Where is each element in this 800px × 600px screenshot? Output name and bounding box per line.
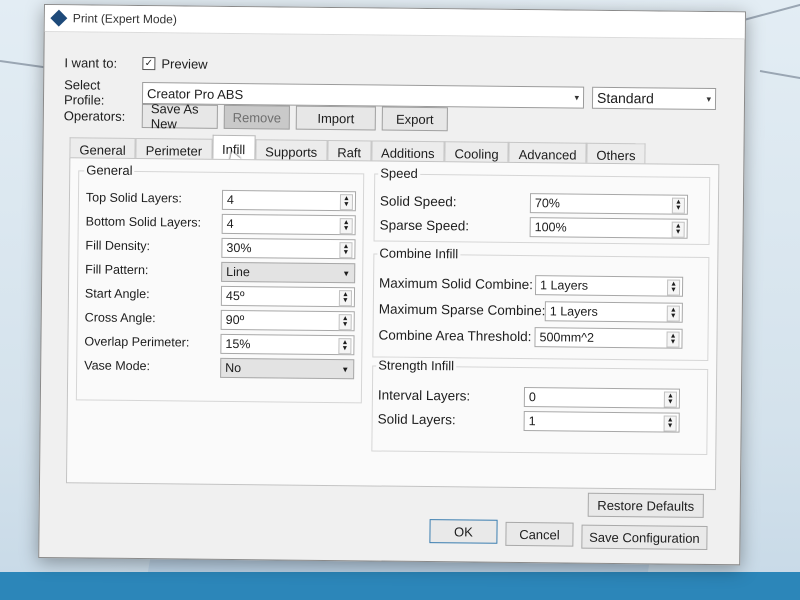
spinner-arrows-icon[interactable]: ▲ ▼ bbox=[339, 194, 354, 211]
quality-value: Standard bbox=[596, 89, 654, 107]
viewport-grid-line bbox=[759, 70, 800, 83]
spin-value: 90º bbox=[225, 312, 245, 328]
bottom-solid-layers-spinbox[interactable]: 4 ▲ ▼ bbox=[221, 213, 356, 236]
spinner-arrows-icon[interactable]: ▲ ▼ bbox=[666, 305, 680, 322]
preview-checkbox[interactable]: ✓ bbox=[142, 57, 156, 71]
want-label: I want to: bbox=[64, 55, 118, 71]
combine-group-title: Combine Infill bbox=[377, 245, 461, 262]
spinner-arrows-icon[interactable]: ▲ ▼ bbox=[338, 338, 352, 355]
field-label: Interval Layers: bbox=[377, 387, 471, 404]
strength-infill-group bbox=[371, 365, 709, 455]
drop-value: Line bbox=[226, 264, 250, 280]
spin-value: 4 bbox=[226, 192, 234, 207]
cross-angle-spinbox[interactable]: 90º ▲ ▼ bbox=[220, 309, 355, 332]
spinner-arrows-icon[interactable]: ▲ ▼ bbox=[339, 218, 353, 235]
cancel-button[interactable]: Cancel bbox=[505, 521, 574, 547]
spinner-arrows-icon[interactable]: ▲ ▼ bbox=[666, 279, 681, 296]
field-label: Sparse Speed: bbox=[379, 217, 470, 234]
field-label: Overlap Perimeter: bbox=[84, 334, 190, 350]
spin-value: 70% bbox=[534, 196, 561, 211]
field-label: Maximum Solid Combine: bbox=[379, 275, 533, 293]
interval-layers-spinbox[interactable]: 0 ▲ ▼ bbox=[523, 387, 681, 409]
spin-value: 1 Layers bbox=[549, 304, 598, 319]
spinner-arrows-icon[interactable]: ▲ ▼ bbox=[663, 391, 677, 408]
operators-label: Operators: bbox=[63, 107, 126, 124]
spin-value: 45º bbox=[225, 288, 245, 304]
spinner-arrows-icon[interactable]: ▲ ▼ bbox=[338, 314, 352, 331]
quality-select[interactable]: Standard ▾ bbox=[591, 86, 717, 111]
combine-area-threshold-spinbox[interactable]: 500mm^2 ▲ ▼ bbox=[534, 327, 683, 349]
solid-layers-spinbox[interactable]: 1 ▲ ▼ bbox=[523, 411, 680, 433]
spin-value: 500mm^2 bbox=[539, 330, 595, 345]
chevron-down-icon: ▼ bbox=[341, 364, 350, 374]
start-angle-spinbox[interactable]: 45º ▲ ▼ bbox=[220, 285, 356, 308]
want-row: I want to: ✓ Preview bbox=[64, 55, 207, 71]
print-dialog: Print (Expert Mode) I want to: ✓ Preview… bbox=[38, 4, 746, 566]
window-title: Print (Expert Mode) bbox=[72, 11, 177, 27]
fill-pattern-select[interactable]: Line ▼ bbox=[221, 261, 356, 284]
field-label: Top Solid Layers: bbox=[85, 190, 182, 206]
app-icon bbox=[50, 9, 68, 27]
ok-button[interactable]: OK bbox=[429, 519, 498, 544]
restore-defaults-button[interactable]: Restore Defaults bbox=[587, 492, 704, 518]
check-icon: ✓ bbox=[144, 57, 154, 69]
spin-value: 4 bbox=[226, 216, 234, 231]
field-label: Maximum Sparse Combine: bbox=[378, 301, 546, 319]
max-sparse-combine-spinbox[interactable]: 1 Layers ▲ ▼ bbox=[544, 301, 683, 323]
title-bar: Print (Expert Mode) bbox=[44, 5, 745, 40]
field-label: Solid Speed: bbox=[379, 193, 457, 210]
overlap-perimeter-spinbox[interactable]: 15% ▲ ▼ bbox=[220, 333, 355, 356]
strength-group-title: Strength Infill bbox=[376, 357, 457, 374]
field-label: Fill Pattern: bbox=[85, 262, 149, 278]
spinner-arrows-icon[interactable]: ▲ ▼ bbox=[663, 415, 677, 432]
field-label: Bottom Solid Layers: bbox=[85, 214, 202, 230]
spinner-arrows-icon[interactable]: ▲ ▼ bbox=[339, 242, 353, 259]
field-label: Start Angle: bbox=[84, 286, 150, 302]
spin-value: 1 bbox=[528, 414, 536, 429]
solid-speed-spinbox[interactable]: 70% ▲ ▼ bbox=[529, 193, 689, 215]
spinner-arrows-icon[interactable]: ▲ ▼ bbox=[338, 290, 353, 307]
import-button[interactable]: Import bbox=[295, 105, 376, 131]
remove-button[interactable]: Remove bbox=[223, 104, 290, 130]
preview-label[interactable]: Preview bbox=[161, 56, 207, 71]
save-as-new-button[interactable]: Save As New bbox=[141, 101, 218, 131]
spinner-arrows-icon[interactable]: ▲ ▼ bbox=[671, 221, 685, 238]
operators-row: Operators: Save As New Remove Import Exp… bbox=[63, 101, 454, 132]
sparse-speed-spinbox[interactable]: 100% ▲ ▼ bbox=[529, 217, 688, 239]
drop-value: No bbox=[225, 360, 242, 376]
field-label: Combine Area Threshold: bbox=[378, 327, 532, 345]
viewport-grid-line bbox=[739, 1, 800, 22]
fill-density-spinbox[interactable]: 30% ▲ ▼ bbox=[221, 237, 356, 260]
speed-group-title: Speed bbox=[378, 165, 420, 181]
spinner-arrows-icon[interactable]: ▲ ▼ bbox=[666, 331, 680, 348]
field-label: Vase Mode: bbox=[84, 358, 151, 374]
spin-value: 1 Layers bbox=[540, 278, 589, 293]
chevron-down-icon: ▾ bbox=[706, 93, 712, 104]
chevron-down-icon: ▾ bbox=[574, 92, 580, 103]
save-configuration-button[interactable]: Save Configuration bbox=[581, 524, 708, 550]
field-label: Solid Layers: bbox=[377, 411, 456, 428]
spin-value: 0 bbox=[528, 390, 536, 405]
vase-mode-select[interactable]: No ▼ bbox=[220, 357, 355, 380]
profile-value: Creator Pro ABS bbox=[146, 85, 244, 102]
spinner-arrows-icon[interactable]: ▲ ▼ bbox=[671, 197, 686, 214]
chevron-down-icon: ▼ bbox=[342, 268, 351, 278]
infill-panel: General Top Solid Layers: 4 ▲ ▼ Bottom Sol… bbox=[65, 157, 720, 491]
general-group-title: General bbox=[84, 162, 135, 178]
spin-value: 30% bbox=[226, 240, 252, 256]
top-solid-layers-spinbox[interactable]: 4 ▲ ▼ bbox=[221, 189, 357, 212]
viewport-bottom-bar bbox=[0, 572, 800, 600]
max-solid-combine-spinbox[interactable]: 1 Layers ▲ ▼ bbox=[534, 275, 684, 297]
spin-value: 100% bbox=[534, 220, 567, 235]
export-button[interactable]: Export bbox=[381, 106, 448, 132]
field-label: Cross Angle: bbox=[84, 310, 156, 326]
field-label: Fill Density: bbox=[85, 238, 151, 254]
spin-value: 15% bbox=[225, 336, 251, 352]
